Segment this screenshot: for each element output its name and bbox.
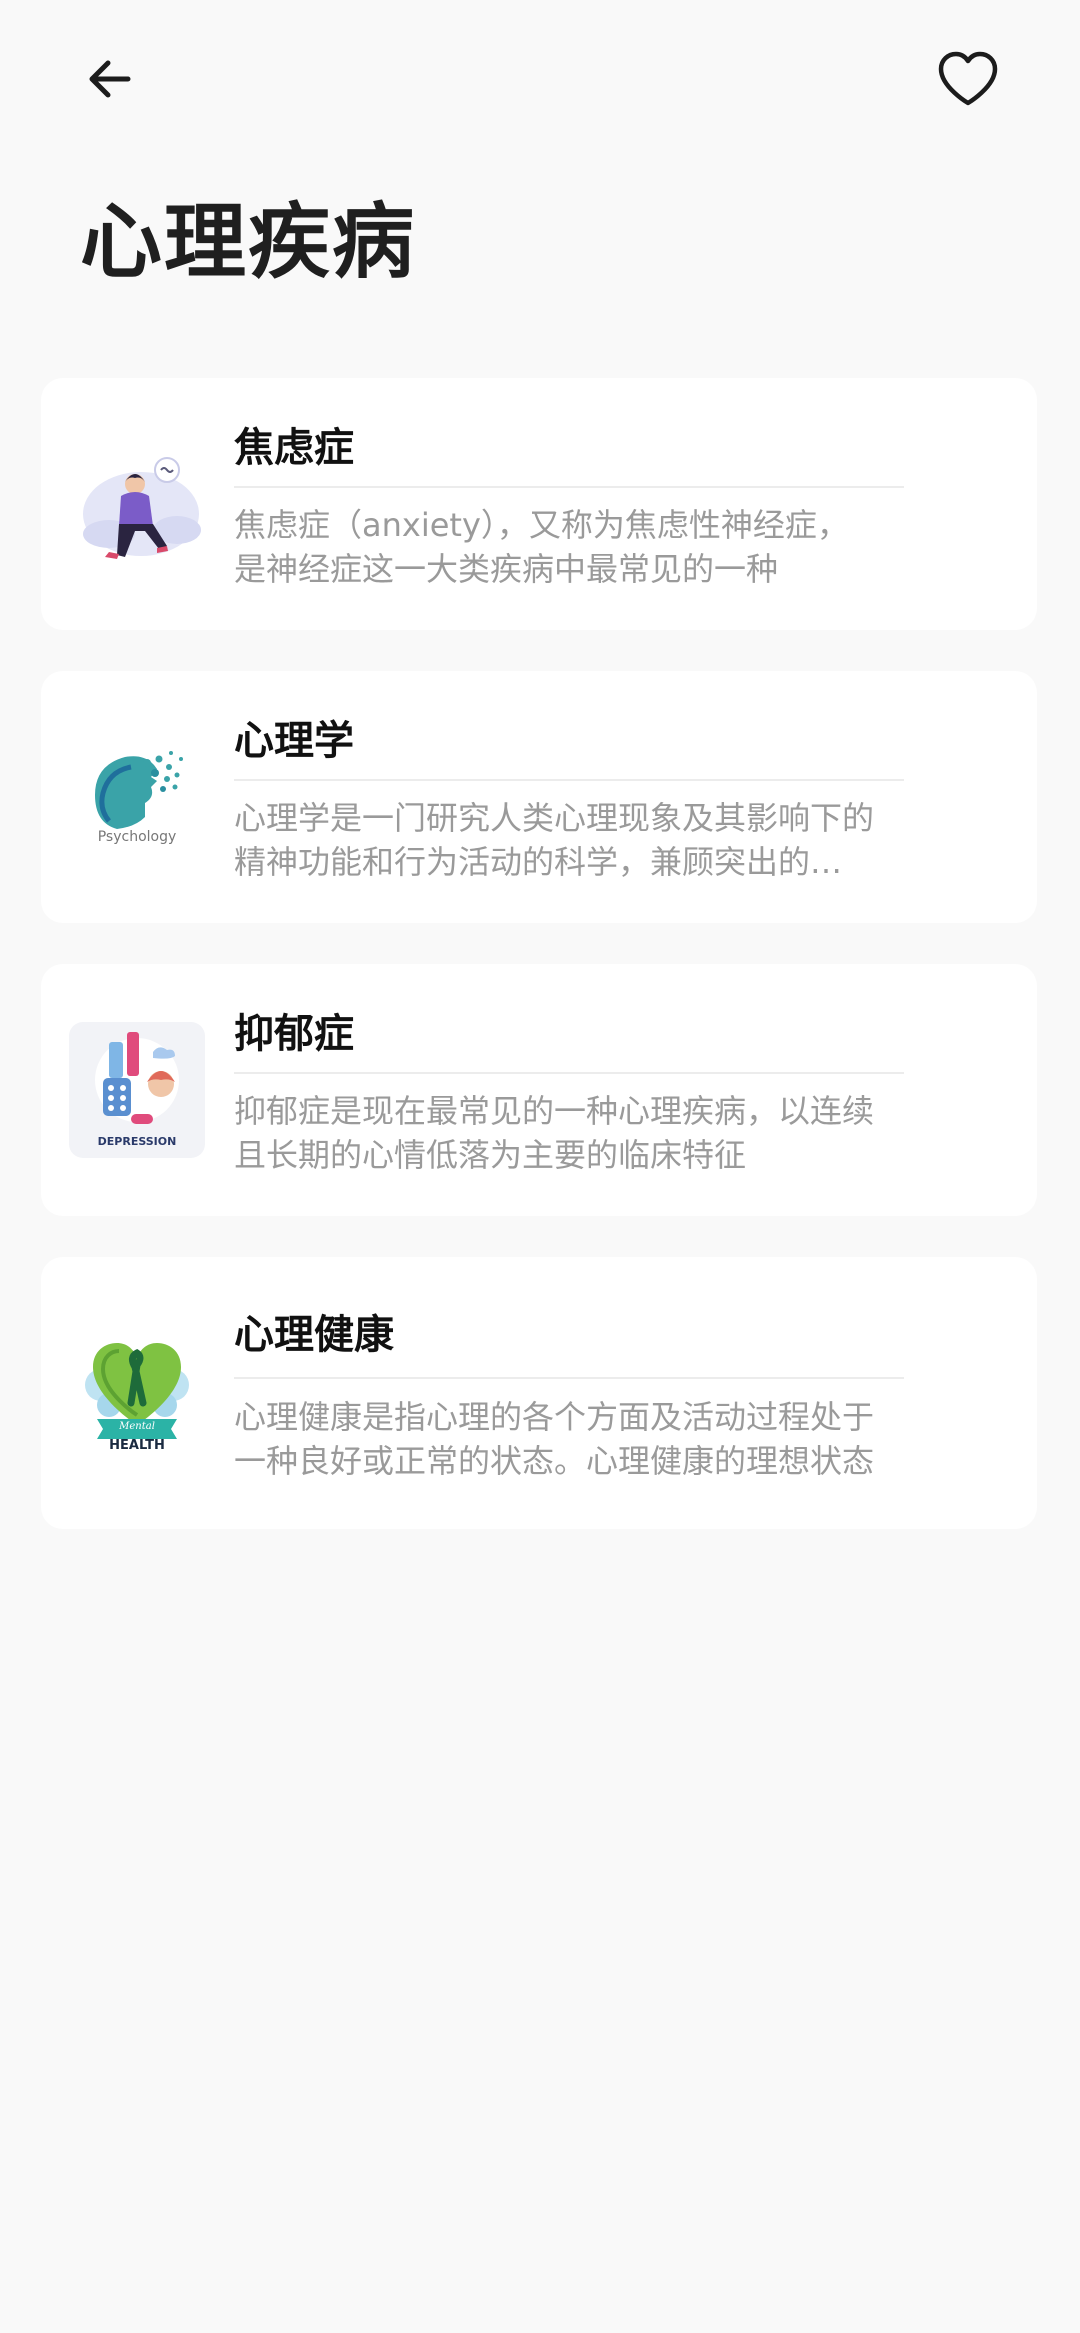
page-title: 心理疾病 (80, 195, 417, 290)
item-title: 焦虑症 (234, 425, 354, 471)
svg-text:Psychology: Psychology (98, 829, 177, 845)
top-bar (0, 0, 1080, 160)
psychology-head-logo-icon: Psychology (69, 729, 205, 865)
depression-illustration-icon: DEPRESSION (69, 1022, 205, 1158)
svg-text:HEALTH: HEALTH (109, 1438, 165, 1453)
item-description: 焦虑症（anxiety），又称为焦虑性神经症，是神经症这一大类疾病中最常见的一种 (234, 506, 849, 588)
svg-text:DEPRESSION: DEPRESSION (98, 1135, 177, 1148)
back-button[interactable] (70, 39, 150, 119)
mental-health-ribbon-icon: Mental HEALTH (69, 1325, 205, 1461)
divider (234, 1377, 904, 1379)
svg-text:Mental: Mental (118, 1421, 155, 1432)
divider (234, 779, 904, 781)
list-item-depression[interactable]: DEPRESSION 抑郁症 抑郁症是现在最常见的一种心理疾病，以连续且长期的心… (41, 964, 1037, 1216)
item-title: 心理健康 (234, 1312, 394, 1358)
disease-list: 焦虑症 焦虑症（anxiety），又称为焦虑性神经症，是神经症这一大类疾病中最常… (41, 378, 1037, 1570)
item-description: 心理健康是指心理的各个方面及活动过程处于一种良好或正常的状态。心理健康的理想状态 (234, 1398, 874, 1480)
anxious-person-illustration-icon (69, 436, 205, 572)
item-description: 心理学是一门研究人类心理现象及其影响下的精神功能和行为活动的科学，兼顾突出的理论… (234, 799, 874, 881)
divider (234, 486, 904, 488)
heart-outline-icon (938, 51, 998, 106)
list-item-mental-health[interactable]: Mental HEALTH 心理健康 心理健康是指心理的各个方面及活动过程处于一… (41, 1257, 1037, 1529)
item-title: 抑郁症 (234, 1011, 354, 1057)
item-title: 心理学 (234, 718, 354, 764)
item-description: 抑郁症是现在最常见的一种心理疾病，以连续且长期的心情低落为主要的临床特征 (234, 1092, 874, 1174)
list-item-anxiety[interactable]: 焦虑症 焦虑症（anxiety），又称为焦虑性神经症，是神经症这一大类疾病中最常… (41, 378, 1037, 630)
divider (234, 1072, 904, 1074)
list-item-psychology[interactable]: Psychology 心理学 心理学是一门研究人类心理现象及其影响下的精神功能和… (41, 671, 1037, 923)
favorite-button[interactable] (928, 39, 1008, 119)
arrow-left-icon (89, 60, 131, 98)
